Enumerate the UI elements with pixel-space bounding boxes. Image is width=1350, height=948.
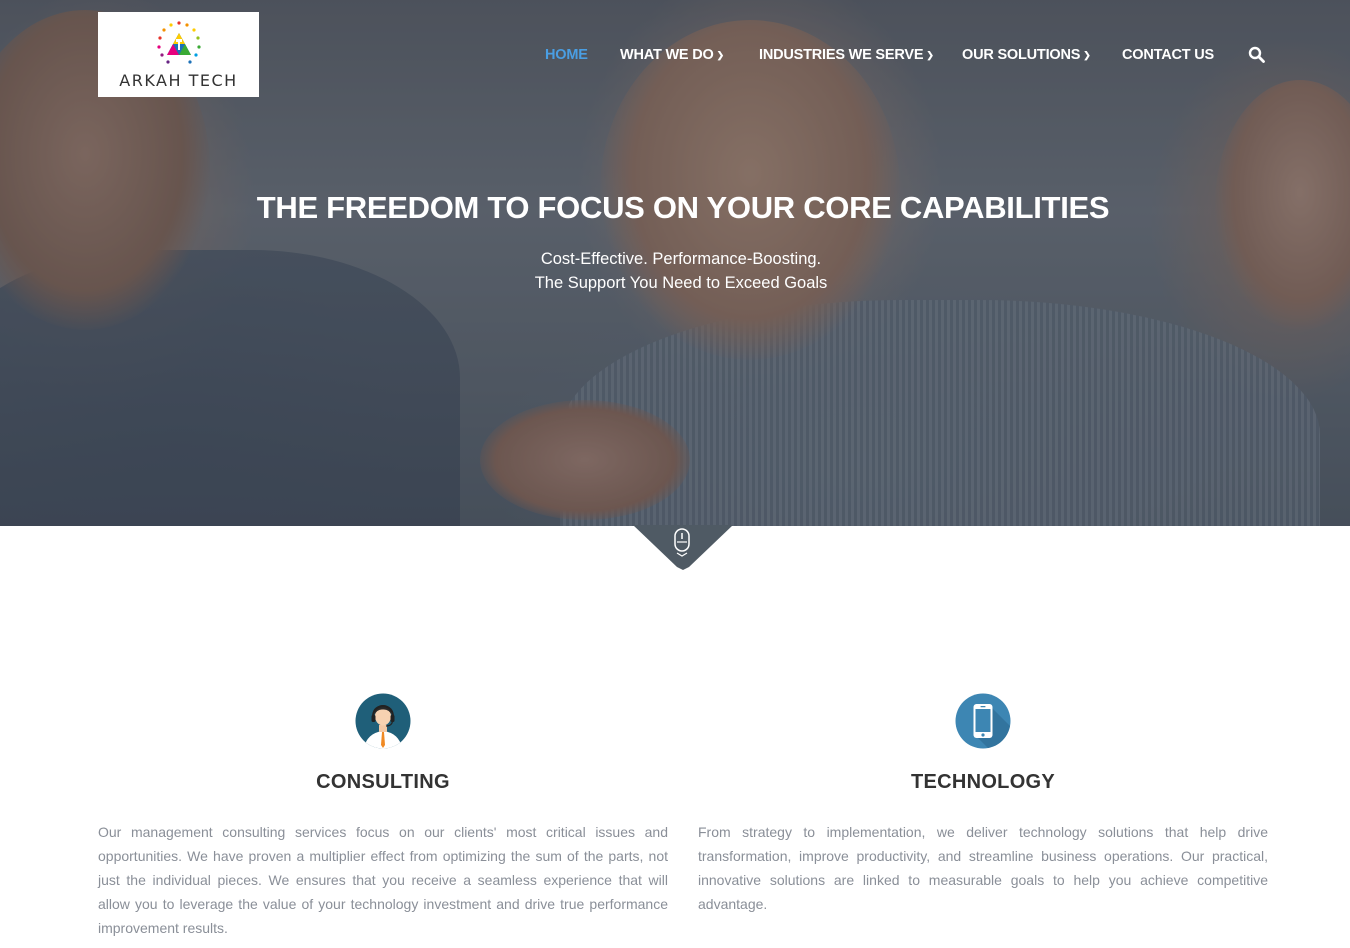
scroll-down-notch[interactable] (633, 525, 733, 570)
nav-our-solutions[interactable]: OUR SOLUTIONS ❯ (962, 44, 1091, 67)
hero-title: THE FREEDOM TO FOCUS ON YOUR CORE CAPABI… (256, 190, 1110, 225)
main-nav: HOME WHAT WE DO ❯ INDUSTRIES WE SERVE ❯ OU… (0, 44, 1350, 66)
nav-what-we-do[interactable]: WHAT WE DO ❯ (620, 44, 724, 67)
service-description: Our management consulting services focus… (98, 824, 668, 936)
nav-home-label: HOME (545, 47, 588, 63)
hero-subtitle-line-2: The Support You Need to Exceed Goals (534, 274, 828, 292)
nav-industries-label: INDUSTRIES WE SERVE (759, 47, 924, 63)
chevron-down-icon: ❯ (926, 50, 934, 60)
chevron-down-icon: ❯ (716, 50, 725, 60)
chevron-down-icon: ❯ (1083, 50, 1091, 60)
hero-banner: ARKAH TECH HOME WHAT WE DO ❯ INDUSTRIES W… (0, 0, 1350, 526)
service-title: TECHNOLOGY (910, 771, 1056, 793)
logo-text: ARKAH TECH (119, 71, 238, 90)
smartphone-icon (955, 693, 1011, 749)
nav-our-solutions-label: OUR SOLUTIONS (962, 47, 1081, 63)
service-consulting: CONSULTING Our management consulting ser… (98, 693, 668, 940)
service-description: From strategy to implementation, we deli… (698, 824, 1268, 912)
nav-industries-we-serve[interactable]: INDUSTRIES WE SERVE ❯ (759, 44, 934, 67)
nav-home[interactable]: HOME (545, 44, 588, 66)
search-icon[interactable] (1248, 46, 1265, 63)
nav-contact-us-label: CONTACT US (1122, 47, 1214, 63)
service-title: CONSULTING (316, 771, 450, 793)
nav-contact-us[interactable]: CONTACT US (1122, 44, 1214, 66)
service-technology: TECHNOLOGY From strategy to implementati… (698, 693, 1268, 916)
nav-what-we-do-label: WHAT WE DO (620, 47, 714, 63)
consultant-avatar-icon (355, 693, 411, 749)
hero-subtitle-line-1: Cost-Effective. Performance-Boosting. (540, 250, 822, 268)
